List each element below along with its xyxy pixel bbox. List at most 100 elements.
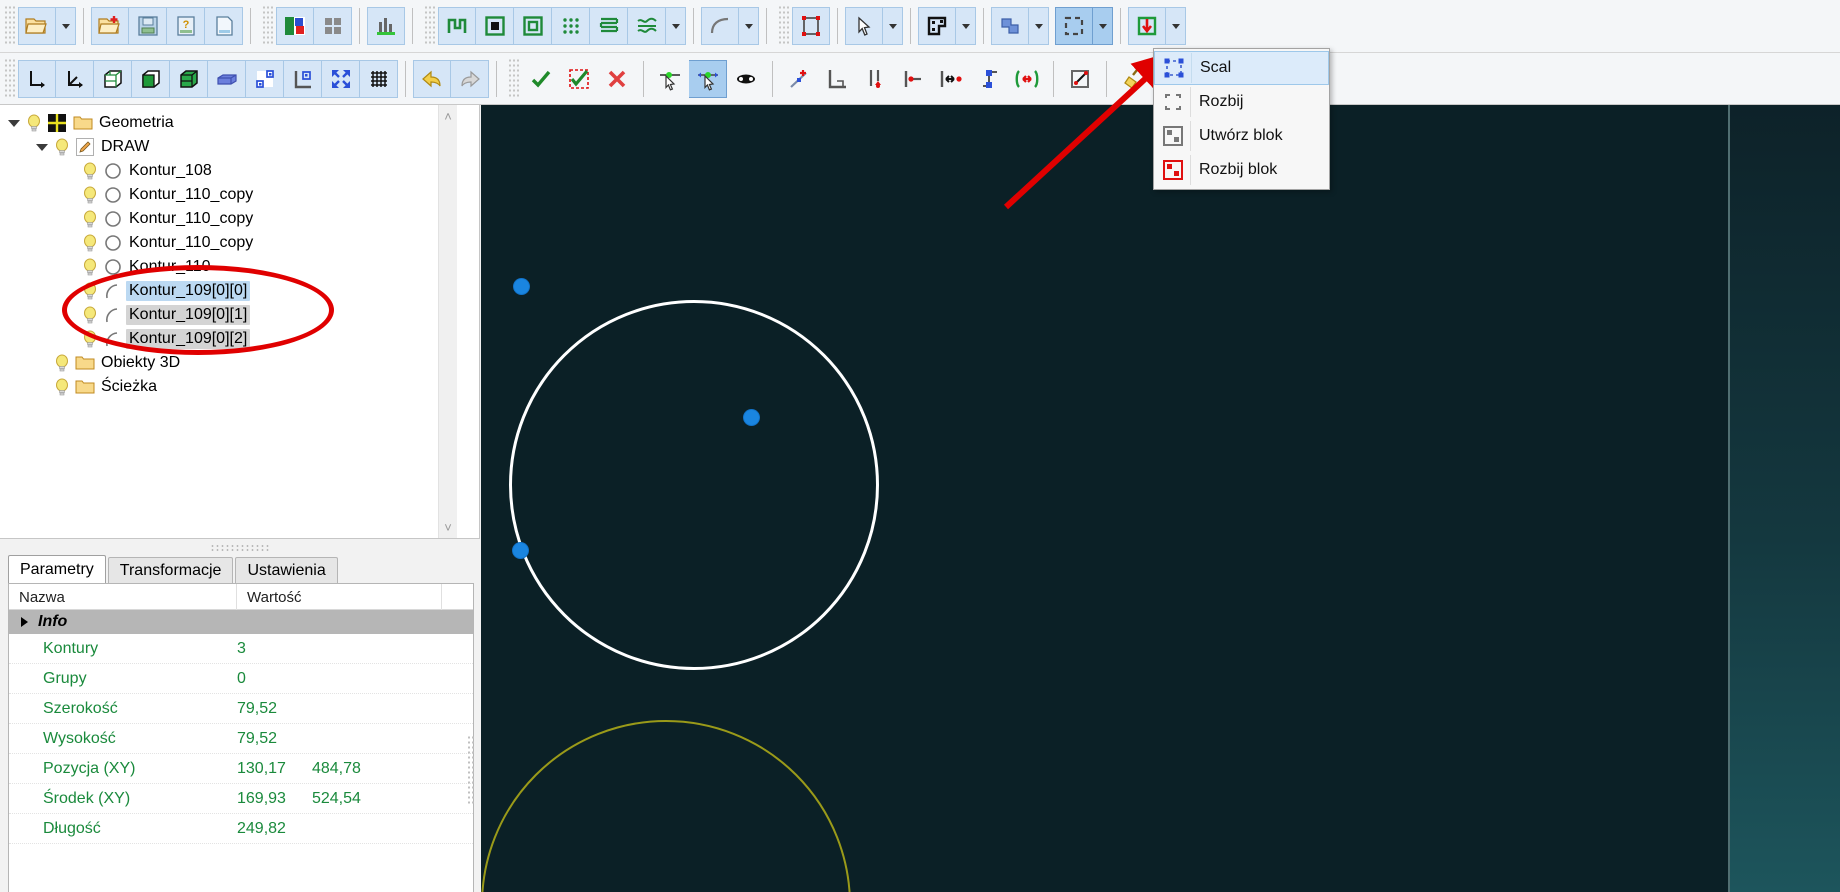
- scale-arrow-button[interactable]: [1061, 60, 1099, 98]
- shaded-button[interactable]: [170, 59, 208, 98]
- tree-node[interactable]: Geometria: [4, 111, 479, 135]
- undo-button[interactable]: [413, 59, 451, 98]
- toolbar-grip[interactable]: [777, 6, 789, 46]
- solid-button[interactable]: [132, 59, 170, 98]
- cancel-button[interactable]: [598, 60, 636, 98]
- toolbar-grip[interactable]: [423, 6, 435, 46]
- visibility-bulb-icon[interactable]: [80, 233, 100, 253]
- snap-corner-button[interactable]: [246, 59, 284, 98]
- menu-item-rozbij[interactable]: Rozbij: [1154, 85, 1329, 119]
- colors-button[interactable]: [276, 7, 314, 45]
- coord-3d-button[interactable]: [56, 59, 94, 98]
- pointer-button-caret[interactable]: [883, 7, 903, 45]
- wave-button-caret[interactable]: [666, 7, 686, 45]
- toolbar-grip[interactable]: [3, 58, 15, 99]
- center-distance-button[interactable]: [932, 60, 970, 98]
- parameter-row[interactable]: Długość 249,82: [9, 814, 473, 844]
- tree-node[interactable]: Kontur_108: [4, 159, 479, 183]
- visibility-bulb-icon[interactable]: [52, 377, 72, 397]
- chart-button[interactable]: [367, 7, 405, 45]
- tree-node[interactable]: Kontur_110_copy: [4, 231, 479, 255]
- accept-all-button[interactable]: [560, 60, 598, 98]
- parameter-row[interactable]: Środek (XY) 169,93 524,54: [9, 784, 473, 814]
- blank-page-button[interactable]: [205, 7, 243, 45]
- tree-node[interactable]: Ścieżka: [4, 375, 479, 399]
- tab-parametry[interactable]: Parametry: [8, 555, 106, 583]
- import-button-caret[interactable]: [1166, 7, 1186, 45]
- parameter-row[interactable]: Szerokość 79,52: [9, 694, 473, 724]
- box-button[interactable]: [208, 59, 246, 98]
- parameters-table[interactable]: Nazwa Wartość Info Kontury 3 Grupy 0 Szerokoś…: [8, 583, 474, 892]
- link-nodes-button[interactable]: [727, 60, 765, 98]
- tab-transformacje[interactable]: Transformacje: [107, 557, 234, 583]
- visibility-bulb-icon[interactable]: [52, 353, 72, 373]
- select-multi-node-button[interactable]: [689, 59, 727, 98]
- object-tree-panel[interactable]: Geometria DRAW Kontur_108 Kontur_110_copy Ko…: [0, 105, 480, 539]
- tree-node[interactable]: Kontur_110: [4, 255, 479, 279]
- mirror-button[interactable]: [1008, 60, 1046, 98]
- tree-node[interactable]: DRAW: [4, 135, 479, 159]
- vertical-distance-button[interactable]: [856, 60, 894, 98]
- visibility-bulb-icon[interactable]: [80, 185, 100, 205]
- bounding-box-button[interactable]: [792, 7, 830, 45]
- redo-button[interactable]: [451, 59, 489, 98]
- new-file-button[interactable]: [91, 7, 129, 45]
- tree-node[interactable]: Kontur_109[0][0]: [4, 279, 479, 303]
- wave-button[interactable]: [628, 7, 666, 45]
- accept-button[interactable]: [522, 60, 560, 98]
- wireframe-button[interactable]: [94, 59, 132, 98]
- angle-button[interactable]: [818, 60, 856, 98]
- visibility-bulb-icon[interactable]: [80, 257, 100, 277]
- visibility-bulb-icon[interactable]: [52, 137, 72, 157]
- parameter-row[interactable]: Grupy 0: [9, 664, 473, 694]
- chevron-down-icon[interactable]: [4, 119, 24, 127]
- parameter-row[interactable]: Pozycja (XY) 130,17 484,78: [9, 754, 473, 784]
- coord-2d-button[interactable]: [18, 59, 56, 98]
- save-button[interactable]: [129, 7, 167, 45]
- chevron-down-icon[interactable]: [32, 143, 52, 151]
- polyline-button[interactable]: [438, 7, 476, 45]
- toolbar-grip[interactable]: [3, 6, 15, 46]
- scroll-up-icon[interactable]: ˄: [444, 105, 452, 128]
- tree-node[interactable]: Kontur_110_copy: [4, 183, 479, 207]
- help-button[interactable]: ?: [167, 7, 205, 45]
- filled-square-button[interactable]: [476, 7, 514, 45]
- menu-item-rozbij-blok[interactable]: Rozbij blok: [1154, 153, 1329, 187]
- menu-item-utwórz-blok[interactable]: Utwórz blok: [1154, 119, 1329, 153]
- node-handle-right[interactable]: [744, 410, 759, 425]
- merge-split-caret[interactable]: [1093, 7, 1113, 45]
- panel-splitter[interactable]: [0, 539, 480, 555]
- tree-node[interactable]: Kontur_109[0][2]: [4, 327, 479, 351]
- pointer-button[interactable]: [845, 7, 883, 45]
- tree-node[interactable]: Obiekty 3D: [4, 351, 479, 375]
- left-align-button[interactable]: [894, 60, 932, 98]
- parameter-row[interactable]: Kontury 3: [9, 634, 473, 664]
- tree-node[interactable]: Kontur_110_copy: [4, 207, 479, 231]
- snap-edge-button[interactable]: [284, 59, 322, 98]
- add-point-button[interactable]: [780, 60, 818, 98]
- grid-toggle-button[interactable]: [360, 59, 398, 98]
- parameter-row[interactable]: Wysokość 79,52: [9, 724, 473, 754]
- menu-item-scal[interactable]: Scal: [1154, 51, 1329, 85]
- curve-button[interactable]: [701, 7, 739, 45]
- select-node-button[interactable]: [651, 60, 689, 98]
- visibility-bulb-icon[interactable]: [80, 329, 100, 349]
- toolbar-grip[interactable]: [261, 6, 273, 46]
- curve-button-caret[interactable]: [739, 7, 759, 45]
- drawing-canvas[interactable]: [481, 105, 1840, 892]
- visibility-bulb-icon[interactable]: [24, 113, 44, 133]
- boolean-button[interactable]: [991, 7, 1029, 45]
- chevron-right-icon[interactable]: [21, 617, 28, 627]
- merge-split-menu[interactable]: Scal Rozbij Utwórz blok Rozbij blok: [1153, 48, 1330, 190]
- hatch-button[interactable]: [590, 7, 628, 45]
- dot-matrix-button[interactable]: [552, 7, 590, 45]
- visibility-bulb-icon[interactable]: [80, 281, 100, 301]
- open-file-button[interactable]: [18, 7, 56, 45]
- scroll-down-icon[interactable]: ˅: [444, 516, 452, 538]
- layout-button-caret[interactable]: [956, 7, 976, 45]
- layout-button[interactable]: [918, 7, 956, 45]
- selected-circle[interactable]: [509, 300, 879, 670]
- grid-view-button[interactable]: [314, 7, 352, 45]
- open-file-caret[interactable]: [56, 7, 76, 45]
- background-circle[interactable]: [481, 720, 851, 892]
